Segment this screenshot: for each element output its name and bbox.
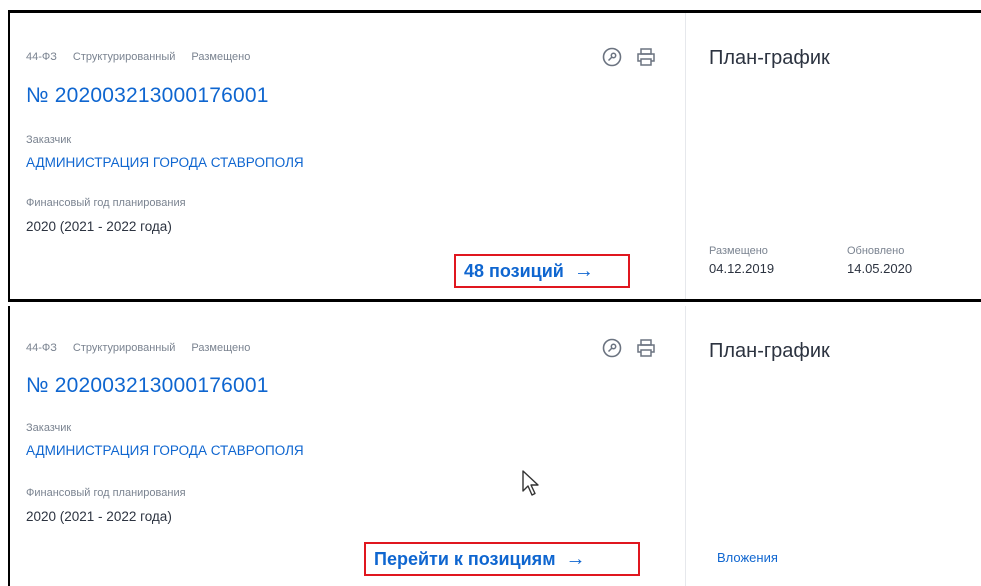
updated-label: Обновлено xyxy=(847,245,905,257)
positions-button[interactable]: 48 позиций → xyxy=(454,254,630,288)
side-title: План-график xyxy=(709,47,830,69)
plan-number-link[interactable]: № 202003213000176001 xyxy=(26,374,269,398)
plan-card-side: План-график Размещено 04.12.2019 Обновле… xyxy=(687,13,981,299)
side-title: План-график xyxy=(709,340,830,362)
arrow-right-icon: → xyxy=(565,547,586,570)
tag-row: 44-ФЗ Структурированный Размещено xyxy=(26,51,250,63)
tag-law: 44-ФЗ xyxy=(26,51,57,63)
tag-structured: Структурированный xyxy=(72,51,176,63)
card-actions xyxy=(601,46,657,68)
key-circle-icon[interactable] xyxy=(601,337,623,359)
year-label: Финансовый год планирования xyxy=(26,487,186,499)
year-value: 2020 (2021 - 2022 года) xyxy=(26,219,172,234)
year-label: Финансовый год планирования xyxy=(26,197,186,209)
tag-status: Размещено xyxy=(191,51,251,63)
go-to-positions-button[interactable]: Перейти к позициям → xyxy=(364,542,640,576)
tag-law: 44-ФЗ xyxy=(26,342,57,354)
plan-card-side: План-график Вложения xyxy=(687,306,981,586)
placed-date: 04.12.2019 xyxy=(709,261,775,276)
plan-card-top: 44-ФЗ Структурированный Размещено № 2020… xyxy=(8,10,981,302)
key-circle-icon[interactable] xyxy=(601,46,623,68)
tag-structured: Структурированный xyxy=(72,342,176,354)
customer-label: Заказчик xyxy=(26,422,72,434)
positions-button-label: 48 позиций xyxy=(464,260,564,281)
customer-link[interactable]: АДМИНИСТРАЦИЯ ГОРОДА СТАВРОПОЛЯ xyxy=(26,155,304,170)
customer-label: Заказчик xyxy=(26,134,72,146)
card-actions xyxy=(601,337,657,359)
year-value: 2020 (2021 - 2022 года) xyxy=(26,509,172,524)
mouse-cursor-icon xyxy=(522,470,539,496)
plan-card-bottom: 44-ФЗ Структурированный Размещено № 2020… xyxy=(8,306,981,586)
tag-status: Размещено xyxy=(191,342,251,354)
updated-meta: Обновлено 14.05.2020 xyxy=(847,245,912,276)
arrow-right-icon: → xyxy=(573,259,594,282)
printer-icon[interactable] xyxy=(635,46,657,68)
updated-date: 14.05.2020 xyxy=(847,261,913,276)
plan-card-main: 44-ФЗ Структурированный Размещено № 2020… xyxy=(10,13,686,299)
printer-icon[interactable] xyxy=(635,337,657,359)
attachments-link[interactable]: Вложения xyxy=(717,550,778,565)
customer-link[interactable]: АДМИНИСТРАЦИЯ ГОРОДА СТАВРОПОЛЯ xyxy=(26,443,304,458)
plan-number-link[interactable]: № 202003213000176001 xyxy=(26,84,269,108)
placed-label: Размещено xyxy=(709,245,768,257)
go-to-positions-label: Перейти к позициям xyxy=(374,548,556,569)
plan-card-main: 44-ФЗ Структурированный Размещено № 2020… xyxy=(10,306,686,586)
placed-meta: Размещено 04.12.2019 xyxy=(709,245,774,276)
tag-row: 44-ФЗ Структурированный Размещено xyxy=(26,342,250,354)
